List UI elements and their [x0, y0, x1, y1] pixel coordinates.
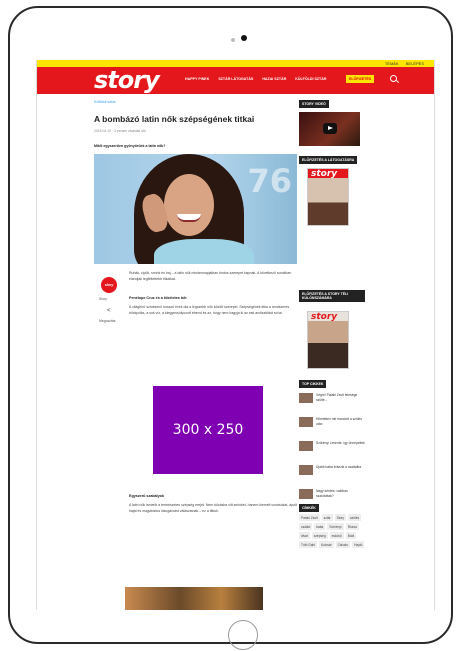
tag[interactable]: baba	[314, 523, 326, 530]
sidebar-tags-heading: CÍMKÉK	[299, 504, 319, 512]
article-meta: 2018.04.10 · 3 perces olvasási idő	[94, 129, 146, 133]
nav-item-kulfoldi-sztar[interactable]: KÜLFÖLDI SZTÁR	[295, 77, 326, 81]
sensor-dot	[231, 38, 235, 42]
list-item-title[interactable]: Újabb baba érkezik a családba	[316, 465, 361, 485]
author-avatar[interactable]: story	[101, 277, 117, 293]
list-item[interactable]: Szörényi Levente: így ünnepeltek	[299, 441, 365, 461]
article-image-2	[125, 587, 263, 610]
tag[interactable]: esküvő	[329, 532, 344, 539]
nav-item-sztar-latogatas[interactable]: SZTÁR LÁTOGATÁS	[218, 77, 253, 81]
tag[interactable]: Pataki Zsolt	[299, 514, 320, 521]
login-link[interactable]: BELÉPÉS	[406, 61, 424, 66]
sidebar-magazine-heading: ELŐFIZETÉS A LÁTOGATÁSRA	[299, 156, 358, 164]
list-item-title[interactable]: Hihetetlen mit mondott a szülés után	[316, 417, 365, 437]
nav-item-hazai-sztar[interactable]: HAZAI SZTÁR	[262, 77, 286, 81]
tag[interactable]: Story	[334, 514, 347, 521]
hero-backdrop-text: 76	[247, 162, 292, 200]
camera-dot	[241, 35, 247, 41]
screen: TÉMÁK BELÉPÉS story HAPPY PINEK SZTÁR LÁ…	[36, 60, 435, 610]
play-icon[interactable]	[323, 123, 337, 134]
nav-item-happy-pinek[interactable]: HAPPY PINEK	[185, 77, 209, 81]
hero-face	[164, 174, 214, 236]
tag[interactable]: szépség	[311, 532, 328, 539]
article-thumb	[299, 441, 313, 451]
article-thumb	[299, 465, 313, 475]
article-subhead-1: Penélope Cruz és a tökéletes bőr	[129, 296, 187, 300]
list-item[interactable]: Végre! Pataki Zsolt felesége szülte...	[299, 393, 365, 413]
share-icon[interactable]: <	[107, 308, 111, 314]
tag[interactable]: divat	[299, 532, 310, 539]
tag-cloud: Pataki Zsolt sztár Story szülés család b…	[299, 514, 365, 548]
article-paragraph-3: A latin nők ismerik a természetes szépsé…	[129, 503, 297, 513]
article-lead: Mitől egyszerűen gyönyörűek a latin nők?	[94, 144, 166, 148]
author-name[interactable]: Story	[99, 297, 107, 301]
ad-placeholder[interactable]: 300 x 250	[153, 386, 263, 474]
sidebar-magazine2-heading: ELŐFIZETÉS A STORY TÉLI KÜLÖNSZÁMÁRA	[299, 290, 365, 302]
magazine-cover-1[interactable]: story	[307, 168, 349, 226]
sidebar-video[interactable]	[299, 112, 360, 146]
list-item-title[interactable]: Végre! Pataki Zsolt felesége szülte...	[316, 393, 365, 413]
list-item-title[interactable]: Szörényi Levente: így ünnepeltek	[316, 441, 365, 461]
hero-image: 76	[94, 154, 297, 264]
article-thumb	[299, 393, 313, 403]
tag[interactable]: Rúzsa	[345, 523, 359, 530]
tag[interactable]: Szörényi	[327, 523, 344, 530]
main-nav: HAPPY PINEK SZTÁR LÁTOGATÁS HAZAI SZTÁR …	[185, 77, 326, 81]
magazine-cover-2[interactable]: story	[307, 311, 349, 369]
list-item[interactable]: Hihetetlen mit mondott a szülés után	[299, 417, 365, 437]
tag[interactable]: sztár	[321, 514, 333, 521]
article-thumb	[299, 489, 313, 499]
magazine-logo-2: story	[311, 312, 338, 322]
sidebar-top-heading: TOP CIKKEK	[299, 380, 327, 388]
site-logo[interactable]: story	[94, 68, 160, 92]
article-subhead-2: Egyszerű szabályok	[129, 494, 165, 498]
magazine-logo: story	[311, 169, 338, 179]
hero-dress	[154, 239, 254, 264]
article-paragraph-2: A világhírű színésznő hosszú évek óta a …	[129, 305, 290, 315]
topics-link[interactable]: TÉMÁK	[385, 61, 399, 66]
list-item[interactable]: Újabb baba érkezik a családba	[299, 465, 365, 485]
sidebar-video-heading: STORY VIDEÓ	[299, 100, 329, 108]
site-header: story HAPPY PINEK SZTÁR LÁTOGATÁS HAZAI …	[37, 67, 434, 94]
subscribe-button[interactable]: ELŐFIZETÉS	[346, 75, 375, 83]
tag[interactable]: Tóth Gabi	[299, 541, 317, 548]
article-thumb	[299, 417, 313, 427]
tag[interactable]: Bódi	[345, 532, 357, 539]
article-paragraph-1: Ruhák, cipők, smink és haj – a latin nők…	[129, 271, 292, 281]
search-icon[interactable]	[390, 75, 397, 82]
top-articles-list: Végre! Pataki Zsolt felesége szülte... H…	[299, 393, 365, 513]
tag[interactable]: Csisztu	[335, 541, 351, 548]
tag[interactable]: szülés	[348, 514, 362, 521]
share-label[interactable]: Megosztás	[99, 319, 115, 323]
breadcrumb[interactable]: Külföldi sztár	[94, 100, 116, 104]
home-button[interactable]	[228, 620, 258, 650]
tag[interactable]: Kulcsár	[319, 541, 334, 548]
article-title: A bombázó latin nők szépségének titkai	[94, 114, 255, 124]
list-item-title[interactable]: Nagy kérdés: valóban szakítottak?	[316, 489, 365, 509]
tag[interactable]: Hajdú	[352, 541, 365, 548]
tag[interactable]: család	[299, 523, 313, 530]
